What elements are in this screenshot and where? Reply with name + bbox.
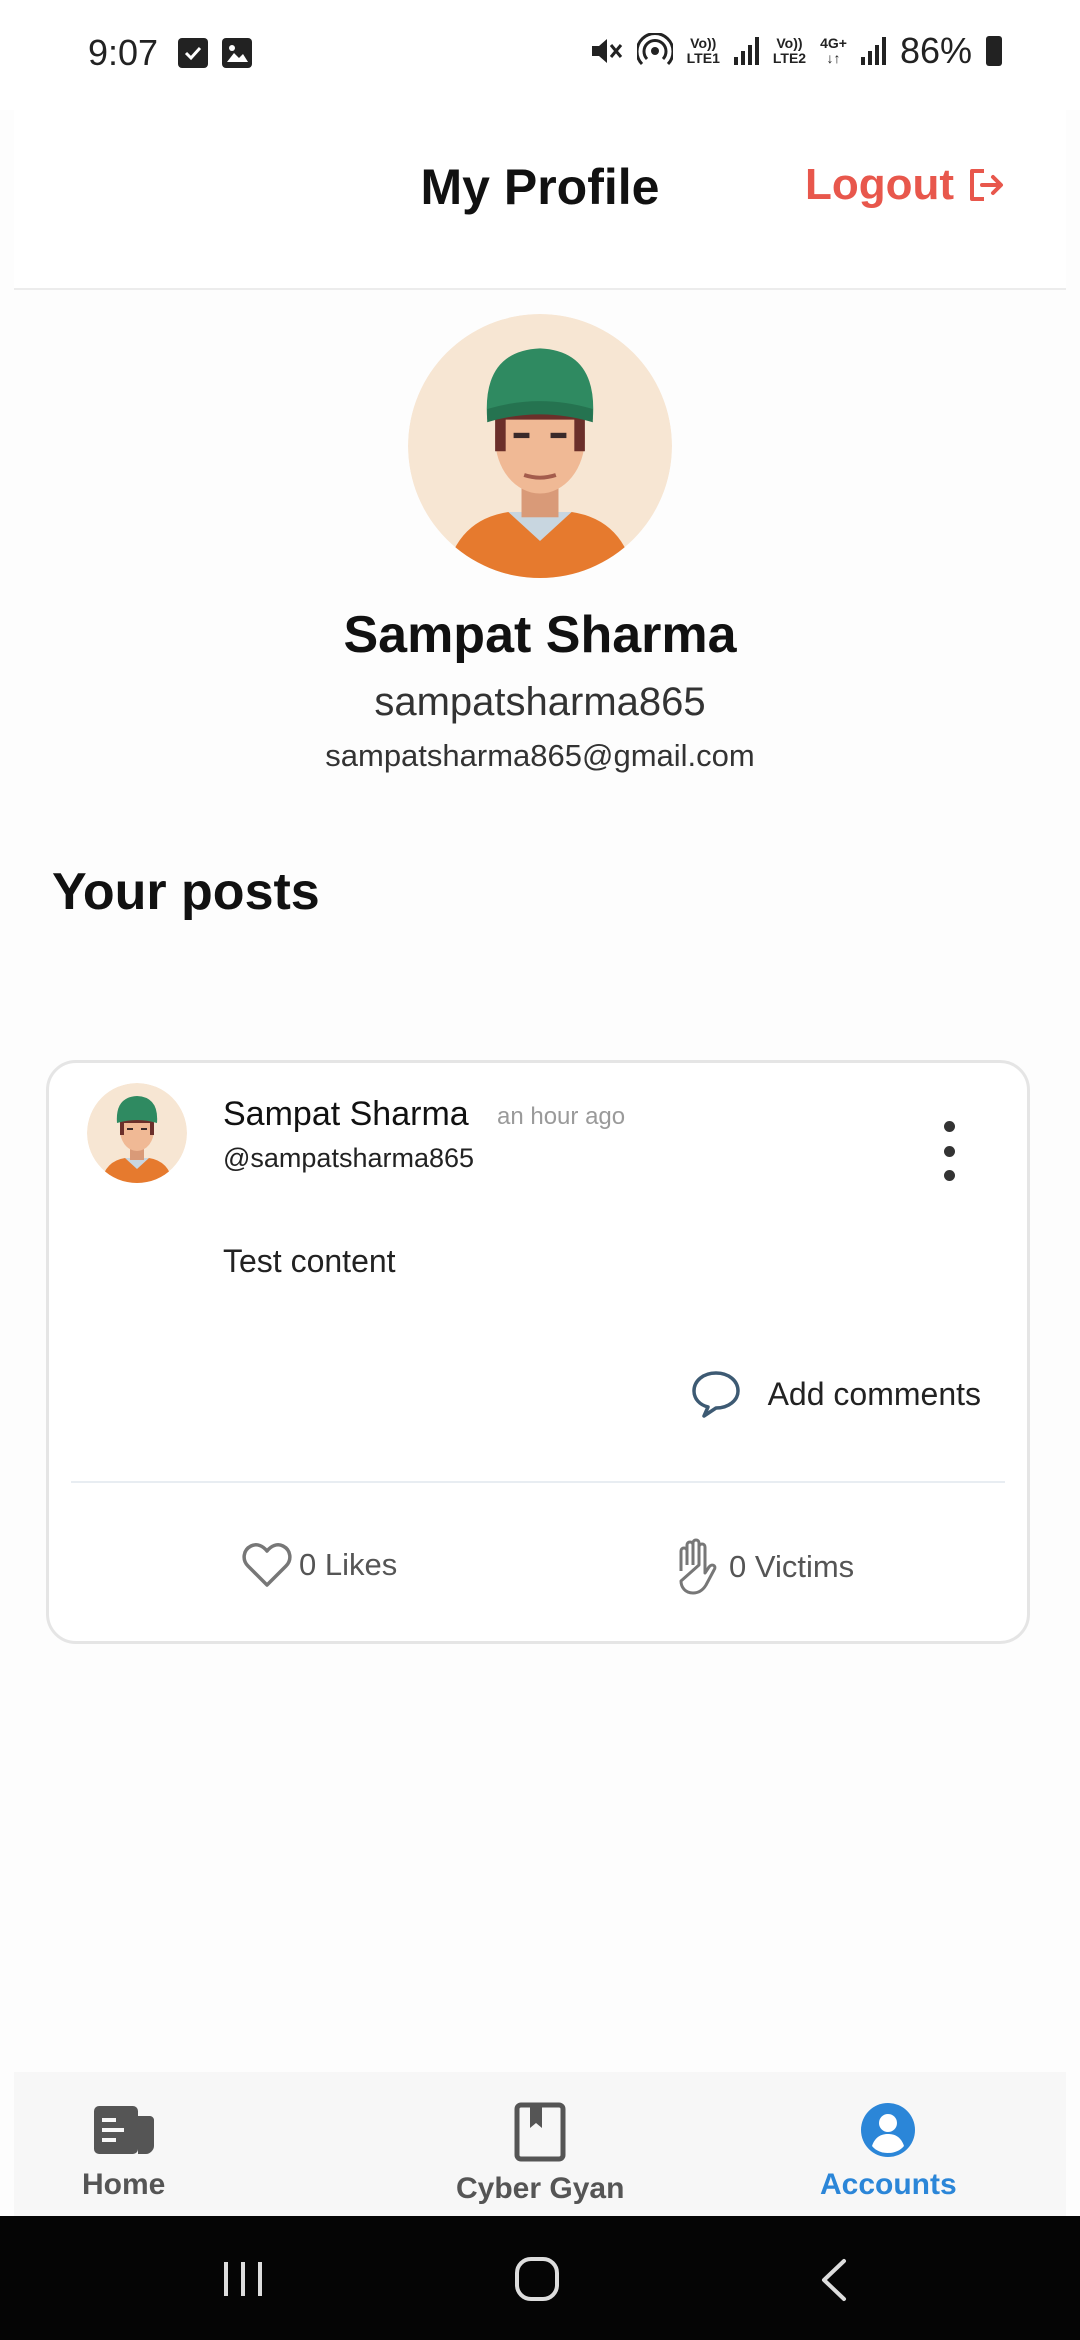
signal-icon: [733, 37, 759, 65]
sim1-indicator: Vo)) LTE1: [686, 35, 720, 66]
hotspot-icon: [636, 33, 673, 66]
nav-home[interactable]: Home: [82, 2102, 165, 2202]
post-author-avatar[interactable]: [87, 1083, 187, 1183]
home-button-icon[interactable]: [514, 2256, 560, 2302]
post-timestamp: an hour ago: [497, 1103, 626, 1130]
likes-count: 0 Likes: [299, 1547, 398, 1582]
battery-percent: 86%: [899, 30, 972, 71]
add-comment-button[interactable]: Add comments: [690, 1369, 981, 1419]
signal-icon-2: [860, 37, 886, 65]
nav-accounts[interactable]: Accounts: [820, 2102, 957, 2202]
card-divider: [71, 1481, 1005, 1483]
post-more-options-icon[interactable]: [939, 1121, 959, 1181]
post-author-handle: @sampatsharma865: [223, 1143, 475, 1173]
profile-avatar[interactable]: [408, 314, 672, 578]
status-time: 9:07: [88, 32, 159, 73]
status-right-icons: Vo)) LTE1 Vo)) LTE2 4G+ ↓↑ 86%: [589, 30, 1002, 72]
add-comment-label: Add comments: [767, 1375, 981, 1412]
nav-home-label: Home: [82, 2168, 166, 2201]
system-navigation-bar: [0, 2216, 1080, 2340]
your-posts-heading: Your posts: [52, 863, 320, 921]
victims-count: 0 Victims: [729, 1549, 855, 1584]
logout-label: Logout: [804, 160, 954, 209]
profile-email: sampatsharma865@gmail.com: [325, 738, 755, 773]
recent-apps-icon[interactable]: [222, 2260, 264, 2298]
profile-name: Sampat Sharma: [343, 606, 737, 664]
profile-username: sampatsharma865: [374, 680, 706, 724]
post-card[interactable]: Sampat Sharma an hour ago @sampatsharma8…: [46, 1060, 1030, 1644]
comment-bubble-icon: [691, 1371, 740, 1418]
back-icon[interactable]: [818, 2258, 848, 2302]
nav-cyber-gyan[interactable]: Cyber Gyan: [456, 2102, 624, 2206]
hand-icon: [679, 1538, 717, 1595]
home-news-icon: [93, 2106, 154, 2154]
image-notification-icon: [222, 38, 252, 68]
post-author-name[interactable]: Sampat Sharma: [223, 1095, 469, 1134]
checkbox-notification-icon: [178, 38, 208, 68]
logout-icon: [970, 169, 1003, 201]
like-button[interactable]: 0 Likes: [241, 1541, 397, 1589]
nav-accounts-label: Accounts: [820, 2168, 957, 2201]
victims-button[interactable]: 0 Victims: [671, 1537, 854, 1597]
mute-icon: [591, 39, 622, 63]
post-content: Test content: [223, 1243, 396, 1279]
nav-cyber-gyan-label: Cyber Gyan: [456, 2172, 625, 2205]
status-bar: 9:07 Vo)) LTE1 Vo)) LTE2 4G+ ↓↑ 86%: [0, 0, 1080, 110]
notification-icons: [178, 38, 252, 68]
avatar-illustration: [408, 314, 672, 578]
network-type: 4G+ ↓↑: [820, 35, 847, 66]
book-icon: [514, 2102, 566, 2162]
app-header: My Profile Logout: [14, 110, 1066, 290]
account-icon: [861, 2103, 916, 2157]
sim2-indicator: Vo)) LTE2: [772, 35, 807, 66]
bottom-navigation: Home Cyber Gyan Accounts: [14, 2072, 1066, 2216]
heart-icon: [242, 1543, 292, 1587]
avatar-illustration: [87, 1083, 187, 1183]
logout-button[interactable]: Logout: [805, 160, 1006, 210]
battery-icon: [986, 36, 1002, 66]
